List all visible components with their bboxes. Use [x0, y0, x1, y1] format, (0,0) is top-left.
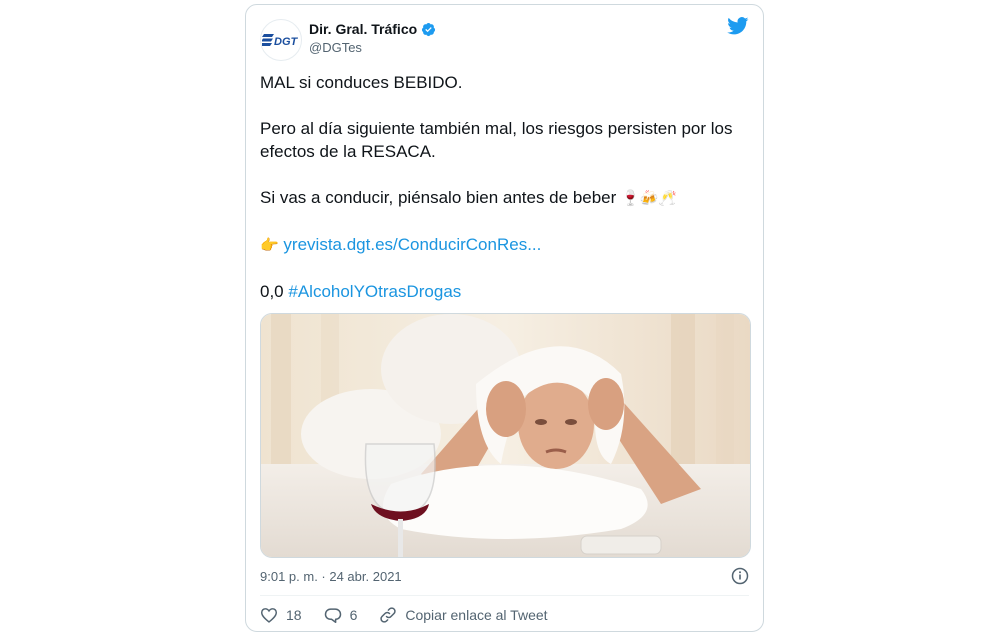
drinks-emoji-icon: 🍷🍻🥂 — [621, 189, 678, 207]
heart-icon — [260, 608, 278, 623]
tweet-photo[interactable] — [260, 313, 751, 558]
like-count: 18 — [286, 607, 302, 623]
tweet-link[interactable]: yrevista.dgt.es/ConducirConRes... — [283, 235, 541, 254]
pointing-hand-icon: 👉 — [260, 236, 279, 254]
tweet-timestamp[interactable]: 9:01 p. m. · 24 abr. 2021 — [260, 569, 402, 584]
copy-link-button[interactable]: Copiar enlace al Tweet — [379, 606, 548, 624]
avatar[interactable]: DGT — [260, 19, 302, 61]
photo-man-with-hangover — [261, 314, 750, 557]
reply-count: 6 — [349, 607, 358, 623]
divider — [260, 595, 749, 596]
link-icon — [380, 607, 397, 623]
tweet-card[interactable]: DGT Dir. Gral. Tráfico @DGTes MAL si con… — [245, 4, 764, 632]
tweet-line-2: Pero al día siguiente también mal, los r… — [260, 119, 733, 161]
reply-icon — [324, 607, 341, 623]
author-handle[interactable]: @DGTes — [309, 40, 436, 55]
like-button[interactable]: 18 — [260, 607, 302, 623]
tweet-line-3: Si vas a conducir, piénsalo bien antes d… — [260, 186, 750, 210]
dgt-logo-text: DGT — [274, 36, 299, 48]
tweet-hashtag-line: 0,0 #AlcoholYOtrasDrogas — [260, 280, 750, 303]
author-name[interactable]: Dir. Gral. Tráfico — [309, 21, 417, 37]
copy-link-label: Copiar enlace al Tweet — [405, 607, 548, 623]
tweet-text: MAL si conduces BEBIDO. Pero al día sigu… — [260, 71, 750, 303]
hashtag-prefix: 0,0 — [260, 282, 284, 301]
tweet-link-line: 👉 yrevista.dgt.es/ConducirConRes... — [260, 233, 750, 257]
reply-button[interactable]: 6 — [324, 607, 358, 624]
dgt-logo-icon: DGT — [262, 34, 299, 48]
hashtag-link[interactable]: #AlcoholYOtrasDrogas — [288, 282, 461, 301]
tweet-line-3-text: Si vas a conducir, piénsalo bien antes d… — [260, 188, 617, 207]
author-block[interactable]: Dir. Gral. Tráfico @DGTes — [309, 21, 436, 55]
verified-badge-icon — [422, 22, 436, 36]
twitter-bird-icon[interactable] — [727, 17, 749, 40]
tweet-actions: 18 6 Copiar enlace al Tweet — [260, 605, 570, 625]
tweet-line-1: MAL si conduces BEBIDO. — [260, 73, 463, 92]
info-icon[interactable] — [731, 567, 749, 590]
